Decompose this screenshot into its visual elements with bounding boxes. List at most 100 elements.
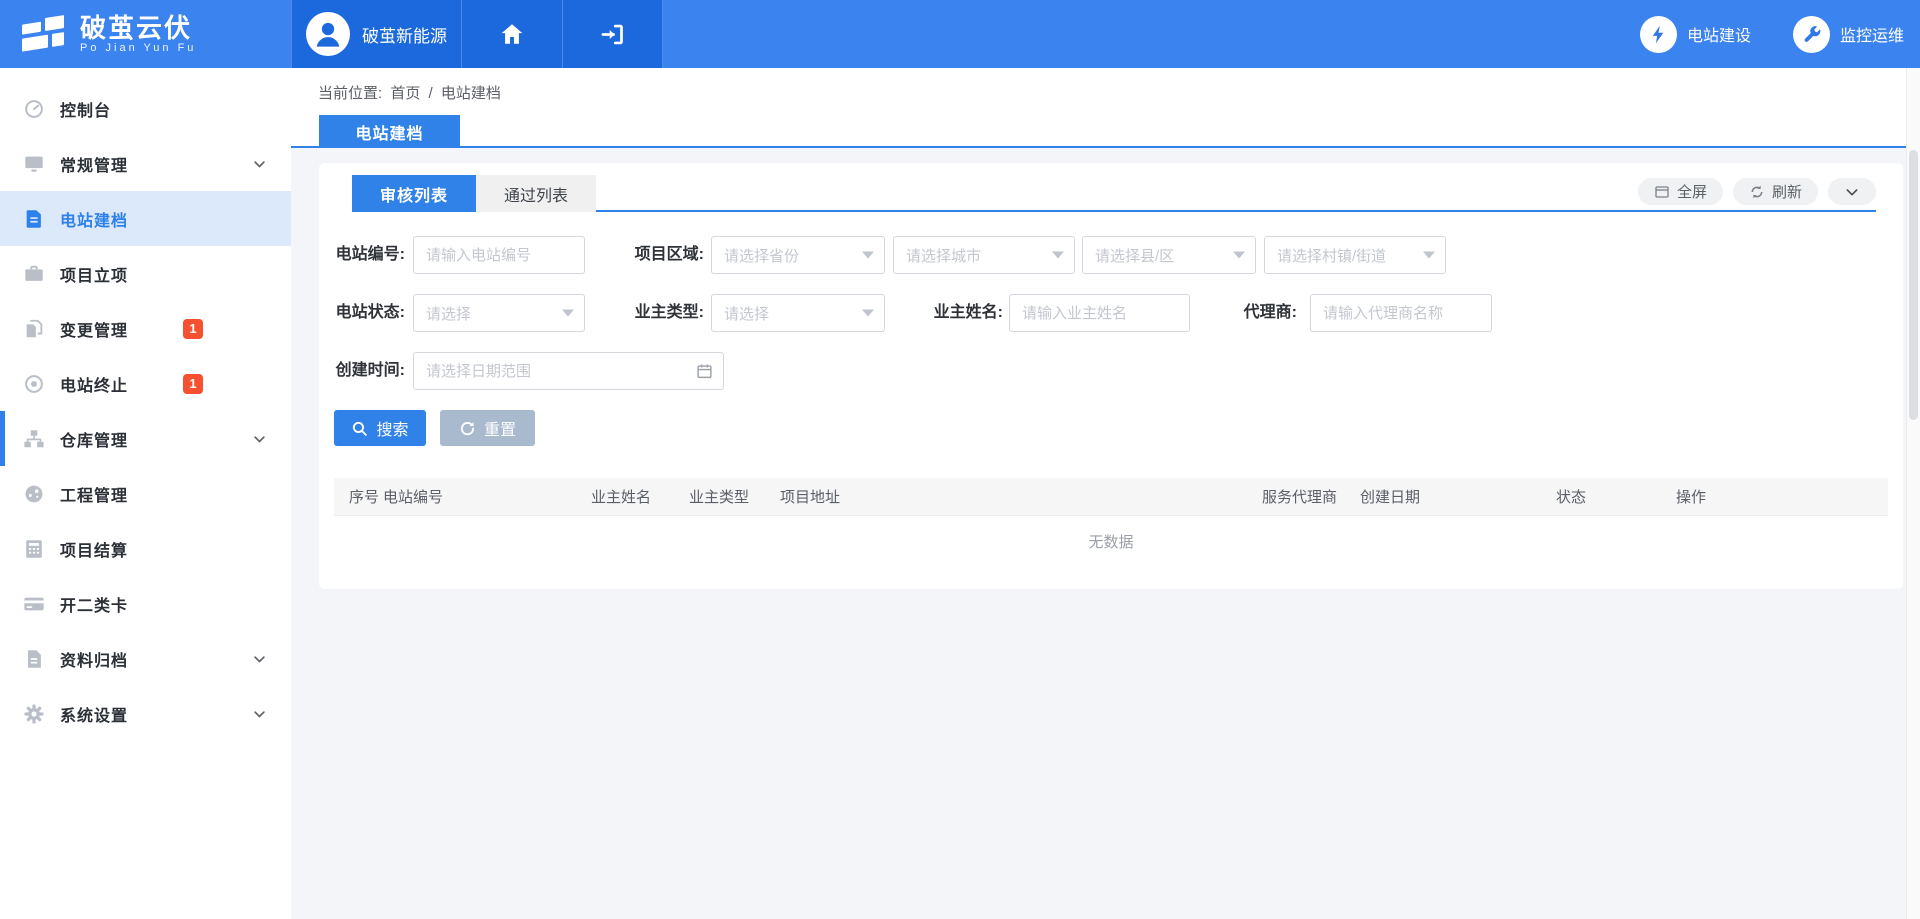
owner-type-label: 业主类型:: [634, 294, 704, 332]
active-indicator-bar: [0, 411, 5, 466]
reset-label: 重置: [484, 416, 516, 440]
breadcrumb-strip: 当前位置: 首页 / 电站建档 电站建档: [291, 68, 1906, 148]
owner-name-input[interactable]: [1010, 295, 1189, 331]
home-button[interactable]: [462, 0, 563, 68]
page-tab[interactable]: 电站建档: [319, 115, 460, 148]
breadcrumb-separator: /: [429, 85, 433, 102]
tab-review-list[interactable]: 审核列表: [352, 175, 476, 212]
agent-input[interactable]: [1311, 295, 1491, 331]
credit-card-icon: [23, 593, 45, 615]
user-menu[interactable]: 破茧新能源: [291, 0, 462, 68]
document-icon: [23, 208, 45, 230]
scrollbar-thumb[interactable]: [1909, 150, 1918, 420]
date-range-field: [413, 352, 724, 390]
top-bar: 破茧云伏 Po Jian Yun Fu 破茧新能源: [0, 0, 1920, 68]
page-scrollbar[interactable]: [1906, 68, 1920, 919]
calculator-icon: [23, 538, 45, 560]
col-service-agent: 服务代理商: [1262, 486, 1360, 507]
reset-icon: [459, 420, 476, 437]
logout-button[interactable]: [563, 0, 663, 68]
sidebar-item-open-card[interactable]: 开二类卡: [0, 576, 291, 631]
caret-down-icon: [1052, 252, 1064, 259]
created-time-label: 创建时间:: [335, 352, 405, 390]
collapse-button[interactable]: [1828, 178, 1876, 205]
date-range-input[interactable]: [414, 353, 723, 389]
chevron-down-icon: [252, 706, 267, 721]
city-select[interactable]: 请选择城市: [893, 236, 1075, 274]
fullscreen-label: 全屏: [1677, 181, 1707, 202]
owner-name-label: 业主姓名:: [933, 294, 1003, 332]
owner-type-select[interactable]: 请选择: [711, 294, 885, 332]
station-no-input[interactable]: [414, 237, 584, 273]
station-no-label: 电站编号:: [335, 236, 405, 274]
col-station-no: 电站编号: [383, 486, 591, 507]
nav-station-build-label: 电站建设: [1687, 22, 1751, 46]
agent-field: [1310, 294, 1492, 332]
sidebar-item-change-mgmt[interactable]: 变更管理 1: [0, 301, 291, 356]
sidebar-item-console[interactable]: 控制台: [0, 81, 291, 136]
lightning-icon: [1640, 16, 1677, 53]
dashboard-icon: [23, 98, 45, 120]
company-name: 破茧新能源: [362, 22, 447, 47]
filter-row-2: 电站状态: 请选择 业主类型: 请选择 业主姓名: 代理商:: [319, 294, 1903, 332]
chevron-down-icon: [1844, 184, 1860, 200]
brand-title: 破茧云伏: [80, 14, 196, 42]
top-nav: 电站建设 监控运维: [1640, 0, 1920, 68]
col-index: 序号: [349, 486, 383, 507]
chevron-down-icon: [252, 156, 267, 171]
caret-down-icon: [1423, 252, 1435, 259]
refresh-label: 刷新: [1772, 181, 1802, 202]
fullscreen-icon: [1654, 184, 1670, 200]
filter-row-1: 电站编号: 项目区域: 请选择省份 请选择城市 请选择县/区 请选择村镇/街道: [319, 236, 1903, 274]
project-region-label: 项目区域:: [634, 236, 704, 274]
tab-passed-list[interactable]: 通过列表: [476, 175, 596, 212]
sidebar-item-data-archive[interactable]: 资料归档: [0, 631, 291, 686]
sidebar-item-system-settings[interactable]: 系统设置: [0, 686, 291, 741]
breadcrumb: 当前位置: 首页 / 电站建档: [318, 82, 505, 103]
province-select[interactable]: 请选择省份: [711, 236, 885, 274]
col-created-date: 创建日期: [1360, 486, 1556, 507]
fullscreen-button[interactable]: 全屏: [1638, 178, 1723, 205]
sidebar-item-warehouse-mgmt[interactable]: 仓库管理: [0, 411, 291, 466]
nav-monitor-ops[interactable]: 监控运维: [1793, 16, 1904, 53]
wrench-icon: [1793, 16, 1830, 53]
col-owner-type: 业主类型: [689, 486, 780, 507]
top-bar-middle: 破茧新能源: [291, 0, 663, 68]
panel-tabs: 审核列表 通过列表: [352, 175, 596, 212]
col-status: 状态: [1556, 486, 1676, 507]
sidebar-item-station-archive[interactable]: 电站建档: [0, 191, 291, 246]
caret-down-icon: [562, 310, 574, 317]
badge-count: 1: [183, 374, 203, 394]
chevron-down-icon: [252, 431, 267, 446]
copy-icon: [23, 318, 45, 340]
station-status-label: 电站状态:: [335, 294, 405, 332]
refresh-button[interactable]: 刷新: [1733, 178, 1818, 205]
chevron-down-icon: [252, 651, 267, 666]
caret-down-icon: [862, 310, 874, 317]
nav-station-build[interactable]: 电站建设: [1640, 16, 1751, 53]
calendar-icon: [696, 363, 713, 380]
file-icon: [23, 648, 45, 670]
town-select[interactable]: 请选择村镇/街道: [1264, 236, 1446, 274]
filter-buttons: 搜索 重置: [334, 410, 535, 446]
app-root: 破茧云伏 Po Jian Yun Fu 破茧新能源: [0, 0, 1920, 919]
sidebar-item-project-settlement[interactable]: 项目结算: [0, 521, 291, 576]
reset-button[interactable]: 重置: [440, 410, 535, 446]
col-project-address: 项目地址: [780, 486, 1262, 507]
sidebar-item-general-mgmt[interactable]: 常规管理: [0, 136, 291, 191]
home-icon: [499, 21, 525, 47]
brand-logo-icon: [20, 13, 66, 55]
gauge-icon: [23, 483, 45, 505]
search-button[interactable]: 搜索: [334, 410, 426, 446]
refresh-icon: [1749, 184, 1765, 200]
county-select[interactable]: 请选择县/区: [1082, 236, 1256, 274]
search-label: 搜索: [376, 416, 408, 440]
station-status-select[interactable]: 请选择: [413, 294, 585, 332]
monitor-icon: [23, 153, 45, 175]
sidebar-item-engineering-mgmt[interactable]: 工程管理: [0, 466, 291, 521]
owner-name-field: [1009, 294, 1190, 332]
user-icon: [308, 14, 348, 54]
sidebar-item-project-initiation[interactable]: 项目立项: [0, 246, 291, 301]
sidebar-item-station-terminate[interactable]: 电站终止 1: [0, 356, 291, 411]
breadcrumb-home[interactable]: 首页: [390, 85, 420, 102]
